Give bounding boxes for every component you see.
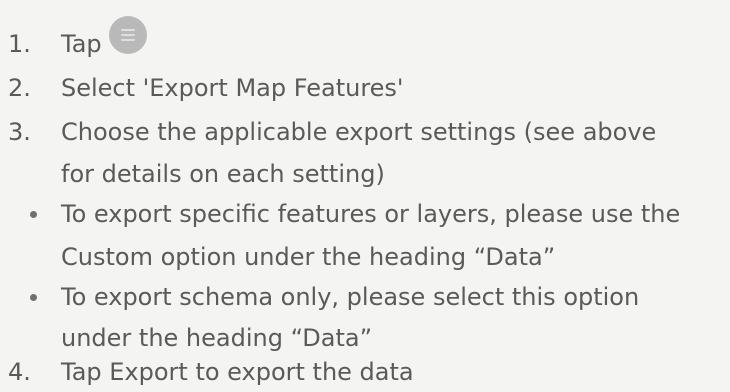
bullet-icon <box>30 294 37 301</box>
step-text: Tap Export to export the data <box>61 358 414 386</box>
instructions-document: 1. Tap 2. Select 'Export Map Features' 3… <box>0 0 730 384</box>
step-number: 3. <box>8 118 31 146</box>
bullet-text-line-1: To export schema only, please select thi… <box>61 283 640 311</box>
bullet-text-line-2: under the heading “Data” <box>61 324 373 352</box>
menu-icon[interactable] <box>108 16 147 54</box>
step-number: 4. <box>8 358 31 386</box>
bullet-text-line-2: Custom option under the heading “Data” <box>61 243 556 271</box>
bullet-icon <box>30 211 37 218</box>
step-text-line-2: for details on each setting) <box>61 160 385 188</box>
bullet-text-line-1: To export specific features or layers, p… <box>61 200 681 228</box>
step-number: 2. <box>8 74 31 102</box>
step-text-line-1: Choose the applicable export settings (s… <box>61 118 657 146</box>
step-text: Tap <box>61 30 102 58</box>
step-text: Select 'Export Map Features' <box>61 74 404 102</box>
step-number: 1. <box>8 30 31 58</box>
